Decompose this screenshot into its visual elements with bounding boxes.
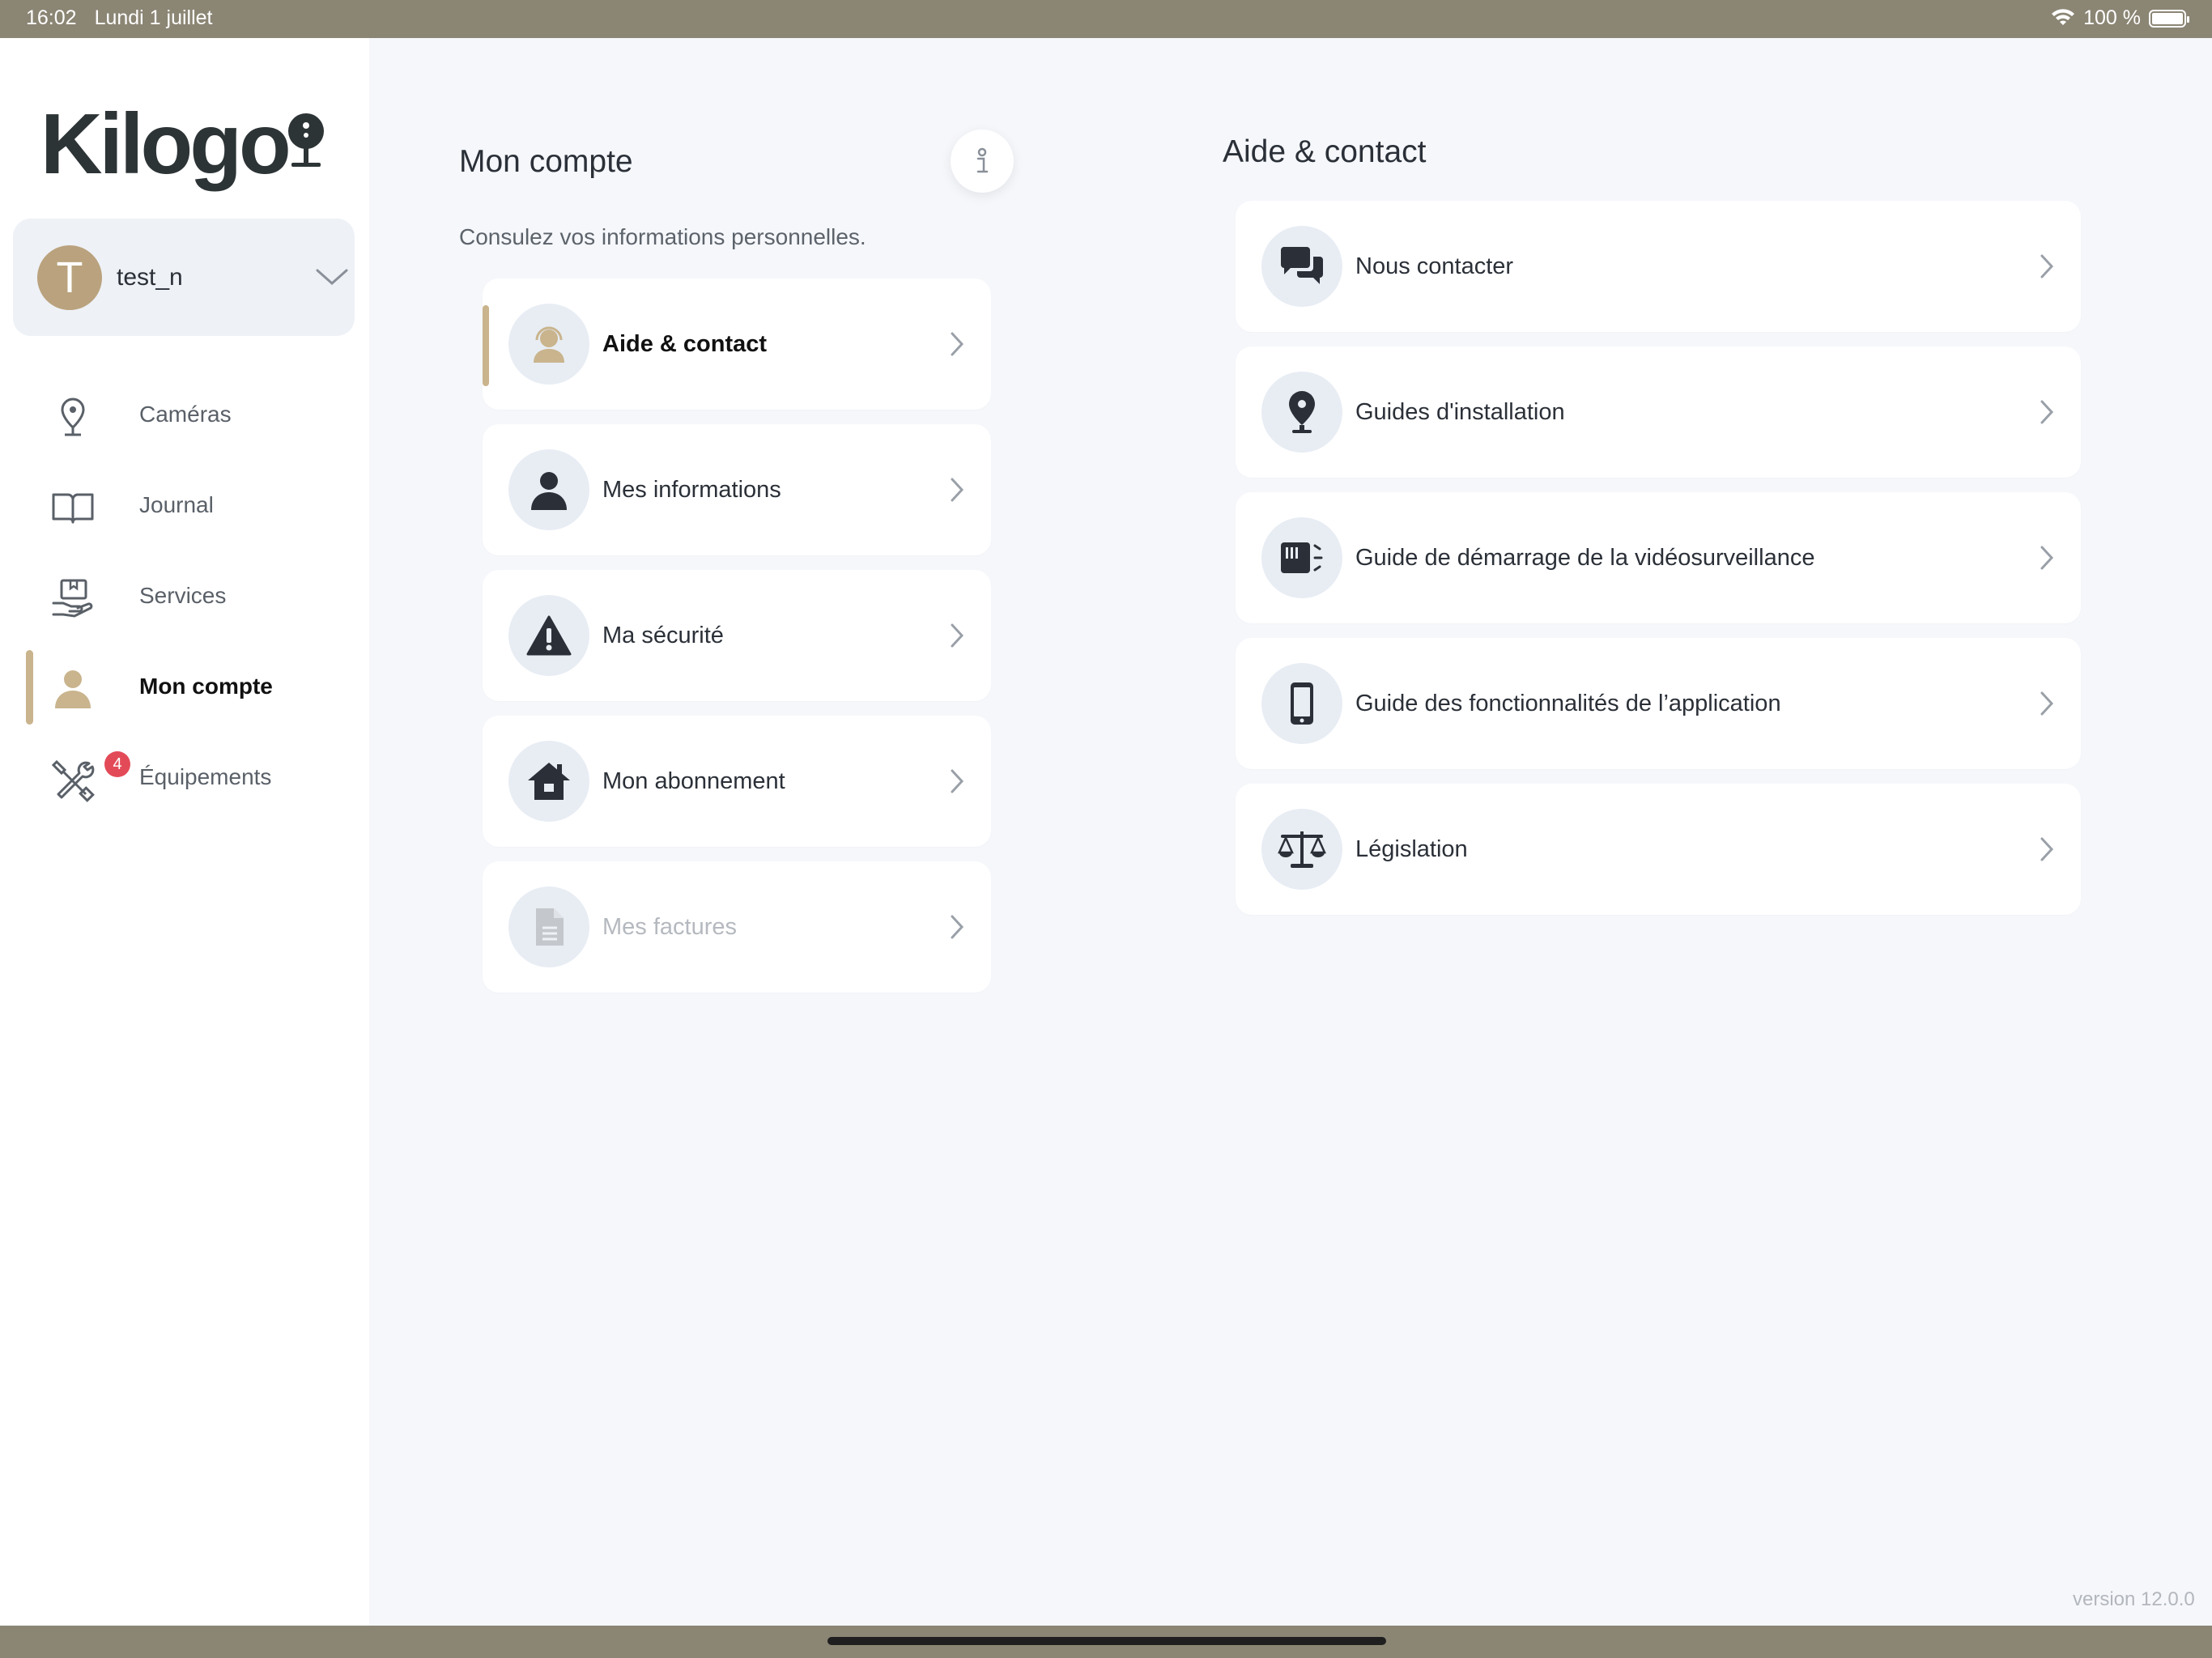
scales-icon <box>1261 809 1342 890</box>
status-time: 16:02 <box>26 6 77 29</box>
sidebar-item-services[interactable]: Services <box>0 551 369 642</box>
sidebar-item-label: Équipements <box>139 764 272 789</box>
chevron-right-icon <box>2040 691 2054 716</box>
chevron-right-icon <box>2040 400 2054 424</box>
camera-pin-icon <box>61 397 85 436</box>
card-label: Mes informations <box>602 477 781 503</box>
sidebar: Kilogo T test_n Caméras Journal Services… <box>0 38 369 1626</box>
help-item-guide-demarrage[interactable]: Guide de démarrage de la vidéosurveillan… <box>1236 492 2081 623</box>
logo-camera-icon <box>288 113 324 167</box>
sidebar-item-equipements[interactable]: 4 Équipements <box>0 733 369 823</box>
chevron-right-icon <box>2040 837 2054 861</box>
user-account-switcher[interactable]: T test_n <box>13 219 355 336</box>
card-label: Ma sécurité <box>602 623 724 648</box>
active-indicator <box>483 305 489 386</box>
user-icon <box>55 670 91 708</box>
card-label: Mon abonnement <box>602 768 785 794</box>
account-title: Mon compte <box>459 144 633 179</box>
card-label: Législation <box>1355 836 1468 862</box>
support-agent-icon <box>508 304 589 385</box>
battery-icon <box>2149 9 2189 28</box>
chevron-right-icon <box>951 769 964 793</box>
account-item-aide-contact[interactable]: Aide & contact <box>483 278 991 410</box>
person-icon <box>508 449 589 530</box>
account-item-ma-securite[interactable]: Ma sécurité <box>483 570 991 701</box>
location-pin-icon <box>1261 372 1342 453</box>
chat-bubbles-icon <box>1261 226 1342 307</box>
account-item-mes-informations[interactable]: Mes informations <box>483 424 991 555</box>
warning-icon <box>508 595 589 676</box>
sidebar-item-label: Services <box>139 583 227 608</box>
home-icon <box>508 741 589 822</box>
document-icon <box>508 886 589 967</box>
home-indicator[interactable] <box>827 1637 1386 1645</box>
logo-text: Kilogo <box>40 96 291 192</box>
tools-icon <box>51 759 95 802</box>
help-item-nous-contacter[interactable]: Nous contacter <box>1236 201 2081 332</box>
sidebar-item-label: Journal <box>139 492 214 517</box>
chevron-right-icon <box>2040 546 2054 570</box>
card-label: Nous contacter <box>1355 253 1514 279</box>
account-subtitle: Consulez vos informations personnelles. <box>459 224 866 249</box>
version-label: version 12.0.0 <box>2073 1588 2195 1610</box>
help-item-guide-fonctionnalites[interactable]: Guide des fonctionnalités de l’applicati… <box>1236 638 2081 769</box>
chevron-right-icon <box>2040 254 2054 278</box>
help-title: Aide & contact <box>1223 134 1427 169</box>
kilogo-logo: Kilogo <box>40 70 332 192</box>
user-name: test_n <box>117 263 183 291</box>
help-item-legislation[interactable]: Législation <box>1236 784 2081 915</box>
chevron-right-icon <box>951 915 964 939</box>
status-date: Lundi 1 juillet <box>94 6 213 29</box>
account-item-mes-factures[interactable]: Mes factures <box>483 861 991 993</box>
wifi-icon <box>2052 8 2075 25</box>
book-icon <box>52 493 94 524</box>
active-indicator <box>26 650 33 725</box>
account-item-mon-abonnement[interactable]: Mon abonnement <box>483 716 991 847</box>
sidebar-item-label: Caméras <box>139 402 232 427</box>
status-bar: 16:02 Lundi 1 juillet 100 % <box>0 0 2212 38</box>
chevron-right-icon <box>951 478 964 502</box>
smartphone-icon <box>1261 663 1342 744</box>
chevron-right-icon <box>951 332 964 356</box>
sidebar-item-label: Mon compte <box>139 674 273 699</box>
sidebar-nav: Caméras Journal Services Mon compte 4 Éq… <box>0 370 369 823</box>
help-item-guides-installation[interactable]: Guides d'installation <box>1236 346 2081 478</box>
bottom-bar <box>0 1626 2212 1658</box>
chevron-right-icon <box>951 623 964 648</box>
battery-percent: 100 % <box>2083 6 2141 29</box>
card-label: Guide des fonctionnalités de l’applicati… <box>1355 691 1781 716</box>
card-label: Guides d'installation <box>1355 399 1565 425</box>
camera-box-icon <box>1261 517 1342 598</box>
sidebar-item-journal[interactable]: Journal <box>0 461 369 551</box>
chevron-down-icon <box>316 269 348 286</box>
card-label: Aide & contact <box>602 331 768 357</box>
notification-badge: 4 <box>104 751 130 777</box>
sidebar-item-cameras[interactable]: Caméras <box>0 370 369 461</box>
card-label: Mes factures <box>602 914 737 940</box>
card-label: Guide de démarrage de la vidéosurveillan… <box>1355 545 1815 571</box>
info-button[interactable] <box>951 130 1014 193</box>
sidebar-item-mon-compte[interactable]: Mon compte <box>0 642 369 733</box>
info-icon <box>976 147 989 173</box>
avatar: T <box>37 244 102 310</box>
services-hand-icon <box>52 579 93 618</box>
